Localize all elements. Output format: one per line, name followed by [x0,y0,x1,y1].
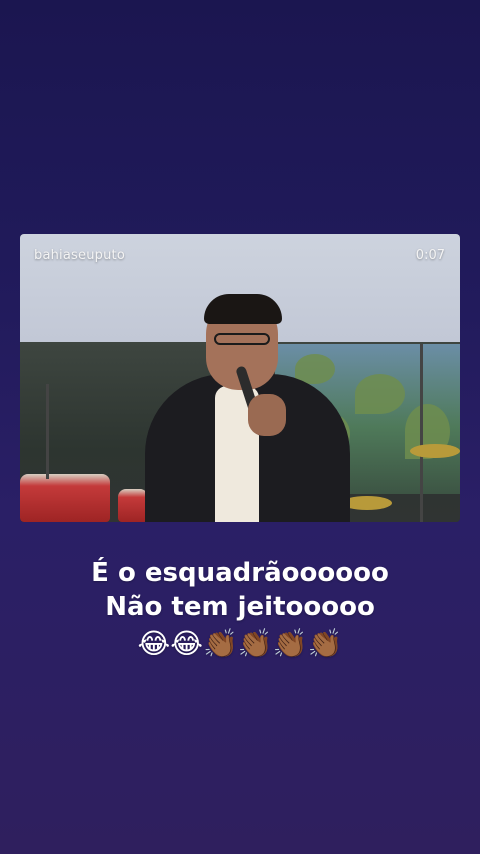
video-username[interactable]: bahiaseuputo [34,248,125,263]
performer-glasses [214,333,270,345]
performer-hand [248,394,286,436]
cymbal [410,444,460,458]
story-caption: É o esquadrãoooooo Não tem jeitooooo 😂😂👏… [0,556,480,662]
drum-left [20,474,110,522]
video-timestamp: 0:07 [415,248,445,263]
caption-line-2: Não tem jeitooooo [105,592,375,622]
mic-stand-right [420,344,423,522]
drum-small [118,489,148,522]
caption-line-1: É o esquadrãoooooo [91,558,389,588]
performer-hair [204,294,282,324]
caption-emoji-row: 😂😂👏🏾👏🏾👏🏾👏🏾 [137,627,343,660]
mic-stand-left [46,384,49,479]
story-video[interactable]: bahiaseuputo 0:07 [20,234,460,522]
leaf-decoration [355,374,405,414]
